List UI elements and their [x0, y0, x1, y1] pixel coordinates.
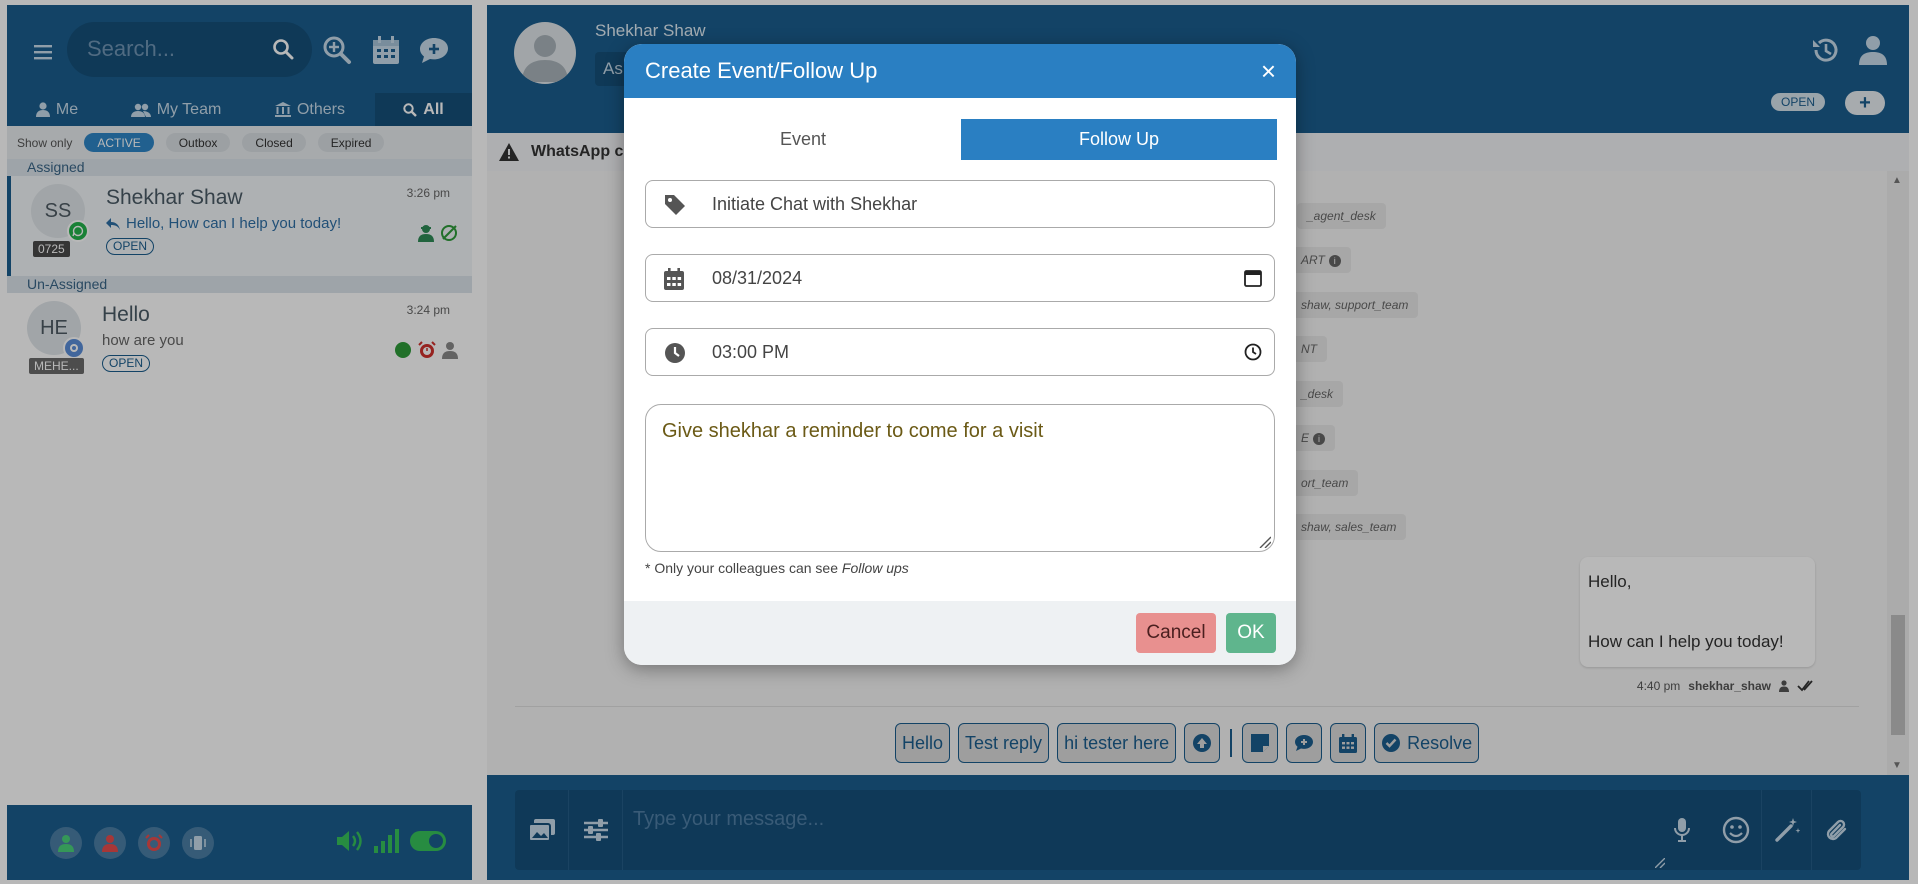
modal-header: Create Event/Follow Up — [624, 44, 1296, 98]
modal-footer: Cancel OK — [624, 601, 1296, 665]
tab-follow-up[interactable]: Follow Up — [961, 119, 1277, 160]
cancel-button[interactable]: Cancel — [1136, 613, 1216, 653]
date-value: 08/31/2024 — [712, 268, 803, 288]
hint-text: * Only your colleagues can see — [645, 560, 842, 576]
modal-tabs: Event Follow Up — [645, 119, 1277, 160]
modal-title: Create Event/Follow Up — [645, 58, 878, 83]
subject-value: Initiate Chat with Shekhar — [712, 194, 918, 214]
time-value: 03:00 PM — [712, 342, 790, 362]
tag-icon — [664, 194, 686, 216]
subject-field[interactable]: Initiate Chat with Shekhar — [645, 180, 1275, 228]
notes-value: Give shekhar a reminder to come for a vi… — [662, 420, 1044, 442]
hint-emphasis: Follow ups — [841, 560, 909, 576]
followup-hint: * Only your colleagues can see Follow up… — [645, 560, 909, 576]
date-picker-icon[interactable] — [1244, 269, 1262, 287]
time-field[interactable]: 03:00 PM — [645, 328, 1275, 376]
ok-button[interactable]: OK — [1226, 613, 1276, 653]
clock-icon — [664, 342, 686, 364]
time-picker-icon[interactable] — [1244, 343, 1262, 361]
notes-textarea[interactable]: Give shekhar a reminder to come for a vi… — [645, 404, 1275, 552]
create-event-modal: Create Event/Follow Up × Event Follow Up… — [624, 44, 1296, 665]
close-icon[interactable]: × — [1261, 58, 1276, 84]
resize-grip-icon[interactable] — [1259, 536, 1271, 548]
date-field[interactable]: 08/31/2024 — [645, 254, 1275, 302]
tab-event[interactable]: Event — [645, 119, 961, 160]
calendar-icon — [664, 268, 684, 290]
